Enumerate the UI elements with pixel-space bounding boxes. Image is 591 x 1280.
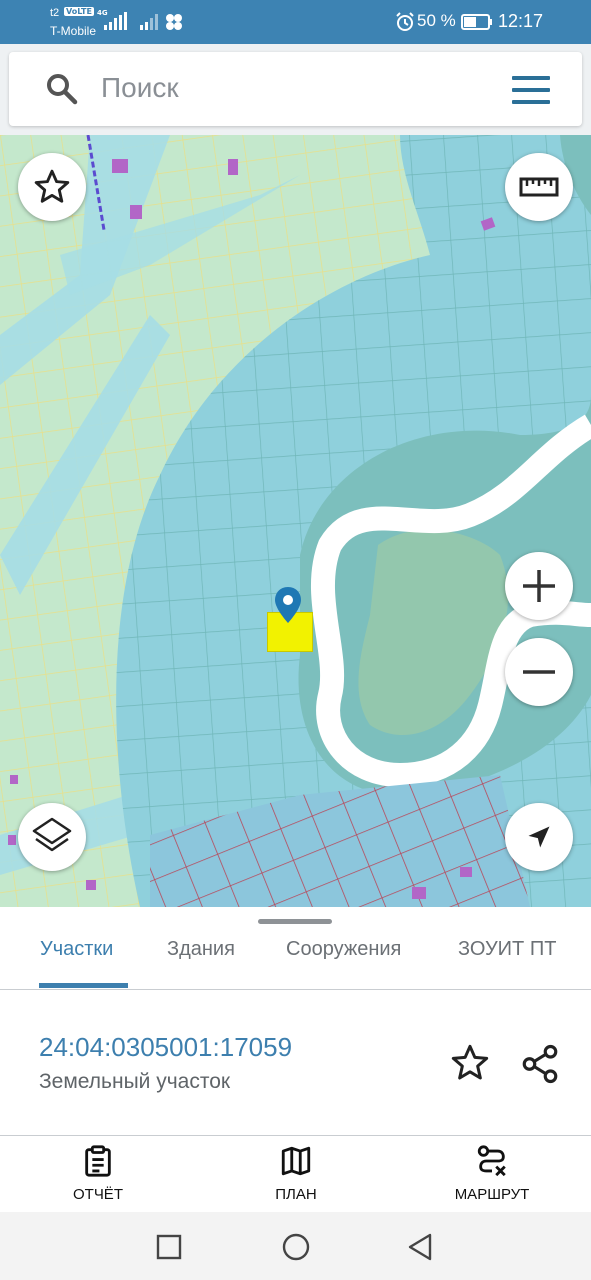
parcel-list-item[interactable]: 24:04:0305001:17059 Земельный участок <box>0 990 591 1136</box>
plan-button[interactable]: ПЛАН <box>264 1144 328 1203</box>
report-label: ОТЧЁТ <box>72 1186 123 1203</box>
map-icon <box>281 1146 311 1176</box>
battery-percent: 50 % <box>417 11 456 30</box>
volte-badge: VoLTE <box>64 7 94 16</box>
home-icon[interactable] <box>281 1232 311 1262</box>
tab-structures[interactable]: Сооружения <box>286 938 401 961</box>
map-view[interactable] <box>0 135 591 907</box>
zoom-in-icon <box>523 570 555 602</box>
plan-label: ПЛАН <box>275 1186 317 1203</box>
favorite-button[interactable] <box>18 153 86 221</box>
layers-button[interactable] <box>18 803 86 871</box>
report-button[interactable]: ОТЧЁТ <box>66 1144 130 1203</box>
tab-bar: Участки Здания Сооружения ЗОУИТ ПТ <box>0 907 591 990</box>
zoom-in-button[interactable] <box>505 552 573 620</box>
active-tab-indicator <box>39 983 128 988</box>
navigation-arrow-icon <box>528 826 550 848</box>
action-bar: ОТЧЁТ ПЛАН МАРШРУТ <box>0 1136 591 1212</box>
location-pin-icon <box>275 587 301 623</box>
search-input[interactable]: Поиск <box>101 72 179 104</box>
battery-icon <box>461 14 492 30</box>
tab-parcels[interactable]: Участки <box>40 938 113 961</box>
route-button[interactable]: МАРШРУТ <box>446 1144 538 1203</box>
search-bar[interactable]: Поиск <box>9 52 582 126</box>
zoom-out-icon <box>523 670 555 674</box>
parcel-type: Земельный участок <box>39 1070 231 1093</box>
star-icon <box>34 169 70 203</box>
drag-handle[interactable] <box>258 919 332 924</box>
route-label: МАРШРУТ <box>454 1186 530 1203</box>
tab-buildings[interactable]: Здания <box>167 938 235 961</box>
ruler-icon <box>519 177 559 197</box>
carrier-top: t2 <box>50 7 60 19</box>
search-icon[interactable] <box>45 72 79 106</box>
clock: 12:17 <box>498 11 544 31</box>
signal-icon <box>104 12 127 30</box>
recent-apps-icon[interactable] <box>156 1234 182 1260</box>
status-bar: t2 VoLTE 4G T-Mobile 50 % 12:17 <box>0 0 591 44</box>
favorite-star-icon[interactable] <box>450 1043 490 1083</box>
cadastral-number[interactable]: 24:04:0305001:17059 <box>39 1032 292 1063</box>
system-nav-bar <box>0 1212 591 1280</box>
clipboard-icon <box>85 1145 111 1177</box>
my-location-button[interactable] <box>505 803 573 871</box>
alarm-icon <box>396 12 414 31</box>
hamburger-menu-icon[interactable] <box>512 76 550 112</box>
ruler-button[interactable] <box>505 153 573 221</box>
share-icon[interactable] <box>519 1043 561 1085</box>
social-app-icon <box>166 14 182 30</box>
carrier-name: T-Mobile <box>50 24 97 38</box>
layers-icon <box>32 817 72 852</box>
map-canvas[interactable] <box>0 135 591 907</box>
back-icon[interactable] <box>406 1232 434 1262</box>
zoom-out-button[interactable] <box>505 638 573 706</box>
route-icon <box>477 1145 506 1177</box>
signal-icon <box>140 14 158 30</box>
tab-zouit[interactable]: ЗОУИТ ПТ <box>458 938 556 961</box>
